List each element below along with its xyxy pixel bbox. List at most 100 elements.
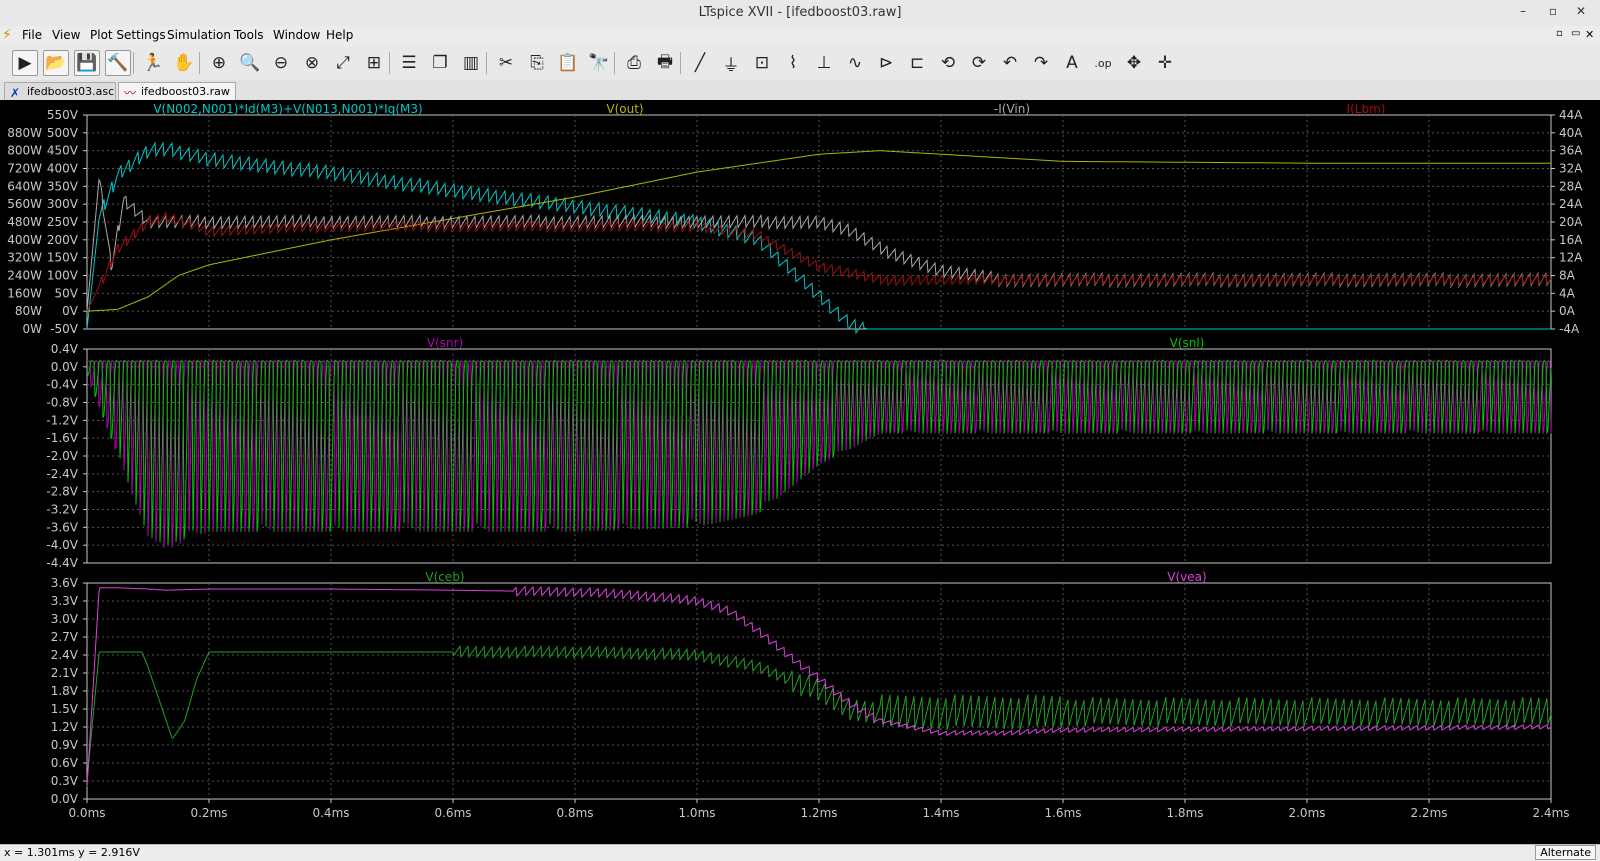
toolbar-separator [199,52,200,74]
y-tick-label: 0.6V [51,756,79,770]
y-tick-label: 2.7V [51,630,79,644]
tile-horizontal-icon[interactable]: ☰ [396,50,422,76]
x-tick-label: 0.4ms [312,806,349,820]
control-panel-icon[interactable]: 🔨 [105,50,131,76]
y-tick-label: -3.6V [46,520,78,534]
save-icon[interactable]: 💾 [74,50,100,76]
y-tick-label: 1.5V [51,702,79,716]
component-icon[interactable]: ⊏ [904,50,930,76]
title-bar: LTspice XVII - [ifedboost03.raw] – ▫ ✕ [0,0,1600,27]
trace-label: V(ceb) [425,570,464,584]
y2-tick-label: 36A [1559,144,1583,158]
app-icon[interactable]: ⚡ [2,27,12,43]
status-bar: x = 1.301ms y = 2.916V Alternate [0,844,1600,861]
drag-icon[interactable]: ✛ [1152,50,1178,76]
find-icon[interactable]: 🔭 [586,50,612,76]
waveform-viewer[interactable]: 550V 500V 450V 400V 350V 300V 250V 200V 150V 100V… [0,100,1600,844]
zoom-cancel-icon[interactable]: ⊗ [299,50,325,76]
halt-icon[interactable]: 🏃 [140,50,166,76]
x-tick-label: 0.8ms [556,806,593,820]
x-tick-label: 2.0ms [1288,806,1325,820]
trace-V(snl) [86,359,1552,545]
spice-directive-icon[interactable]: .op [1090,50,1116,76]
y2-tick-label: 28A [1559,179,1583,193]
print-icon[interactable]: ⎙ [621,50,647,76]
open-icon[interactable]: 📂 [43,50,69,76]
cascade-icon[interactable]: ❐ [427,50,453,76]
y2-tick-label: 24A [1559,197,1583,211]
text-icon[interactable]: A [1059,50,1085,76]
y-tick-label: -2.4V [46,467,78,481]
menu-view[interactable]: View [52,28,80,42]
mdi-close-icon[interactable]: ✕ [1585,28,1594,41]
menu-plot-settings[interactable]: Plot Settings [90,28,166,42]
y-tick-label: 0V [62,304,79,318]
pan-icon[interactable]: ✋ [171,50,197,76]
minimize-icon[interactable]: – [1514,4,1532,18]
trace-label: -I(Vin) [994,102,1030,116]
tab-schematic[interactable]: ✗ ifedboost03.asc [4,82,116,100]
ground-icon[interactable]: ⏚ [718,50,744,76]
diode-icon[interactable]: ⊳ [873,50,899,76]
menu-file[interactable]: File [22,28,42,42]
y-tick-label: 80W [15,304,42,318]
autorange-icon[interactable]: ⤢ [330,50,356,76]
resistor-icon[interactable]: ⌇ [780,50,806,76]
y2-tick-label: 44A [1559,108,1583,122]
zoom-in-icon[interactable]: ⊕ [206,50,232,76]
mode-indicator[interactable]: Alternate [1535,845,1596,860]
y-tick-label: 3.6V [51,576,79,590]
print-setup-icon[interactable]: 🖶 [652,50,678,76]
y-tick-label: -0.4V [46,378,78,392]
trace-label: V(N002,N001)*Id(M3)+V(N013,N001)*Ig(M3) [153,102,422,116]
trace-label: V(vea) [1167,570,1206,584]
y-tick-label: 150V [47,251,79,265]
y-tick-label: 250V [47,215,79,229]
redo-icon[interactable]: ↷ [1028,50,1054,76]
tile-vertical-icon[interactable]: ▥ [458,50,484,76]
x-tick-label: 1.6ms [1044,806,1081,820]
y2-tick-label: 0A [1559,304,1576,318]
inductor-icon[interactable]: ∿ [842,50,868,76]
mdi-minimize-icon[interactable]: ▭ [1571,28,1580,39]
zoom-area-icon[interactable]: 🔍 [237,50,263,76]
y-tick-label: -50V [50,322,79,336]
trace-V(vea) [86,585,1552,788]
y2-tick-label: 32A [1559,162,1583,176]
menu-window[interactable]: Window [273,28,320,42]
zoom-out-icon[interactable]: ⊖ [268,50,294,76]
move-icon[interactable]: ✥ [1121,50,1147,76]
menu-simulation[interactable]: Simulation [167,28,231,42]
y-tick-label: 300V [47,197,79,211]
menu-tools[interactable]: Tools [234,28,264,42]
y-tick-label: 0.3V [51,774,79,788]
cut-icon[interactable]: ✂ [493,50,519,76]
toolbar-separator [133,52,134,74]
manual-limits-icon[interactable]: ⊞ [361,50,387,76]
x-tick-label: 1.8ms [1166,806,1203,820]
copy-icon[interactable]: ⎘ [524,50,550,76]
y-tick-label: 200V [47,233,79,247]
x-tick-label: 1.4ms [922,806,959,820]
undo-icon[interactable]: ↶ [997,50,1023,76]
run-icon[interactable]: ▶ [12,50,38,76]
mdi-restore-icon[interactable]: ▫ [1556,28,1563,39]
y-tick-label: 1.8V [51,684,79,698]
mirror-icon[interactable]: ⟳ [966,50,992,76]
y-tick-label: -2.0V [46,449,78,463]
capacitor-icon[interactable]: ⊥ [811,50,837,76]
x-tick-label: 1.2ms [800,806,837,820]
menu-help[interactable]: Help [326,28,353,42]
paste-icon[interactable]: 📋 [555,50,581,76]
y-tick-label: 550V [47,108,79,122]
restore-icon[interactable]: ▫ [1544,4,1562,18]
rotate-icon[interactable]: ⟲ [935,50,961,76]
label-net-icon[interactable]: ⊡ [749,50,775,76]
y-tick-label: 720W [7,162,42,176]
x-tick-label: 2.4ms [1532,806,1569,820]
y-tick-label: -3.2V [46,503,78,517]
close-icon[interactable]: ✕ [1572,4,1590,18]
plot-svg[interactable]: 550V 500V 450V 400V 350V 300V 250V 200V 150V 100V… [0,100,1600,844]
tab-waveform[interactable]: 〰 ifedboost03.raw [118,82,236,100]
wire-icon[interactable]: ╱ [687,50,713,76]
